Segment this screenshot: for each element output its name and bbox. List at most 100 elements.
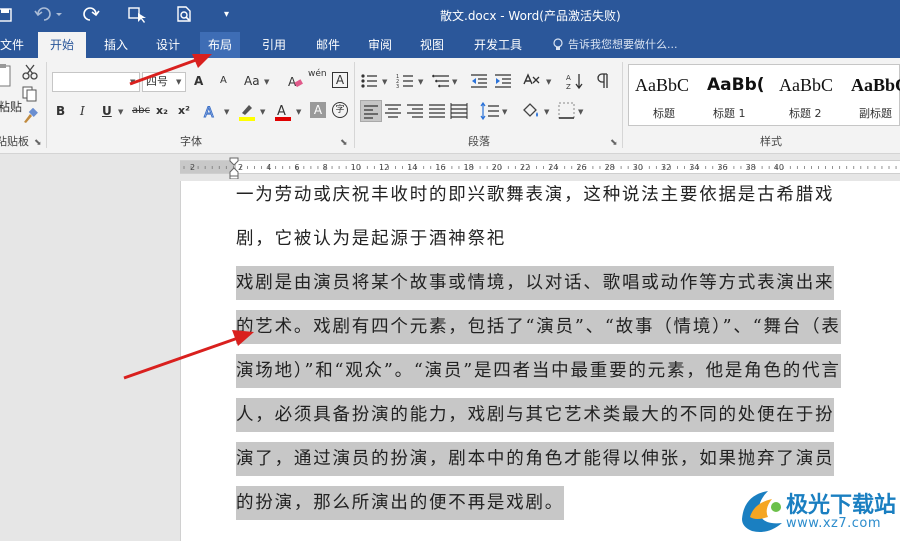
align-center-icon[interactable] bbox=[384, 102, 402, 124]
style-title-preview[interactable]: AaBbC bbox=[635, 75, 689, 96]
touch-mode-icon[interactable] bbox=[128, 4, 148, 30]
style-heading2-preview[interactable]: AaBbC bbox=[779, 75, 833, 96]
bold-button[interactable]: B bbox=[56, 102, 65, 122]
font-color-dropdown-icon[interactable]: ▼ bbox=[296, 108, 301, 116]
line-spacing-icon[interactable] bbox=[480, 101, 500, 124]
character-shading-icon[interactable]: A bbox=[310, 102, 326, 118]
document-line[interactable]: 演场地）”和“观众”。“演员”是四者当中最重要的元素，他是角色的代言 bbox=[236, 354, 841, 388]
shrink-font-icon[interactable]: A bbox=[220, 72, 227, 92]
paste-label[interactable]: 粘贴 bbox=[0, 98, 22, 118]
print-preview-icon[interactable] bbox=[176, 4, 194, 30]
cut-icon[interactable] bbox=[22, 64, 38, 84]
document-line[interactable]: 戏剧是由演员将某个故事或情境，以对话、歌唱或动作等方式表演出来 bbox=[236, 266, 835, 300]
style-heading1-name[interactable]: 标题 1 bbox=[713, 105, 746, 121]
shading-icon[interactable] bbox=[520, 102, 540, 124]
subscript-button[interactable]: x₂ bbox=[156, 102, 168, 122]
tell-me-search[interactable]: 告诉我您想要做什么... bbox=[568, 32, 678, 58]
align-left-button[interactable] bbox=[360, 100, 382, 122]
borders-dropdown-icon[interactable]: ▼ bbox=[578, 108, 583, 116]
style-subtitle-preview[interactable]: AaBbC bbox=[851, 75, 900, 96]
ruler-number: 20 bbox=[491, 163, 502, 172]
indent-marker-icon[interactable] bbox=[229, 157, 239, 180]
highlight-dropdown-icon[interactable]: ▼ bbox=[260, 108, 265, 116]
document-line[interactable]: 剧，它被认为是起源于酒神祭祀 bbox=[236, 222, 506, 256]
tab-review[interactable]: 审阅 bbox=[366, 32, 394, 58]
character-border-icon[interactable]: A bbox=[332, 72, 348, 88]
document-line[interactable]: 人，必须具备扮演的能力，戏剧与其它艺术类最大的不同的处便在于扮 bbox=[236, 398, 835, 432]
line-spacing-dropdown-icon[interactable]: ▼ bbox=[502, 108, 507, 116]
text-effects-dropdown-icon[interactable]: ▼ bbox=[224, 108, 229, 116]
ruler-number: 16 bbox=[435, 163, 446, 172]
style-title-name[interactable]: 标题 bbox=[653, 105, 675, 121]
undo-icon[interactable] bbox=[34, 4, 62, 30]
increase-indent-icon[interactable] bbox=[494, 72, 512, 94]
decrease-indent-icon[interactable] bbox=[470, 72, 488, 94]
italic-button[interactable]: I bbox=[80, 102, 85, 122]
font-name-dropdown-icon[interactable]: ▼ bbox=[130, 78, 135, 86]
document-line[interactable]: 演了，通过演员的扮演，剧本中的角色才能得以伸张，如果抛弃了演员 bbox=[236, 442, 835, 476]
style-heading2-name[interactable]: 标题 2 bbox=[789, 105, 822, 121]
change-case-icon[interactable]: Aa bbox=[244, 72, 260, 92]
font-size-dropdown-icon[interactable]: ▼ bbox=[176, 78, 181, 86]
multilevel-list-icon[interactable] bbox=[432, 72, 450, 94]
font-launcher-icon[interactable]: ⬊ bbox=[340, 138, 348, 148]
copy-icon[interactable] bbox=[22, 86, 38, 106]
chinese-layout-dropdown-icon[interactable]: ▼ bbox=[546, 78, 551, 86]
bullets-icon[interactable] bbox=[360, 72, 378, 94]
change-case-dropdown-icon[interactable]: ▼ bbox=[264, 78, 269, 86]
document-line[interactable]: 的扮演，那么所演出的便不再是戏剧。 bbox=[236, 486, 565, 520]
text-effects-icon[interactable]: A bbox=[202, 102, 220, 124]
numbering-dropdown-icon[interactable]: ▼ bbox=[418, 78, 423, 86]
underline-dropdown-icon[interactable]: ▼ bbox=[118, 108, 123, 116]
customize-quick-access-icon[interactable]: ▾ bbox=[224, 4, 229, 26]
horizontal-ruler[interactable]: 2 2 4 6 8 10 12 14 16 18 20 22 24 26 28 30 32 34 36 38 40 bbox=[180, 160, 900, 174]
ruler-number: 2 bbox=[190, 163, 196, 172]
ruler-number: 28 bbox=[604, 163, 615, 172]
ruler-number: 24 bbox=[548, 163, 559, 172]
font-color-icon[interactable]: A bbox=[274, 102, 292, 126]
document-line[interactable]: 的艺术。戏剧有四个元素，包括了“演员”、“故事（情境）”、“舞台（表 bbox=[236, 310, 841, 344]
bullets-dropdown-icon[interactable]: ▼ bbox=[382, 78, 387, 86]
underline-button[interactable]: U bbox=[102, 102, 112, 122]
ruler-number: 6 bbox=[294, 163, 300, 172]
tab-home[interactable]: 开始 bbox=[38, 32, 87, 58]
paragraph-launcher-icon[interactable]: ⬊ bbox=[610, 138, 618, 148]
clipboard-launcher-icon[interactable]: ⬊ bbox=[34, 138, 42, 148]
distributed-icon[interactable] bbox=[450, 102, 468, 124]
phonetic-guide-icon[interactable]: wén bbox=[308, 70, 327, 90]
borders-icon[interactable] bbox=[558, 102, 576, 124]
shading-dropdown-icon[interactable]: ▼ bbox=[544, 108, 549, 116]
numbering-icon[interactable]: 123 bbox=[396, 72, 414, 94]
tab-view[interactable]: 视图 bbox=[418, 32, 446, 58]
style-subtitle-name[interactable]: 副标题 bbox=[859, 105, 892, 121]
redo-icon[interactable] bbox=[82, 4, 100, 30]
tab-developer[interactable]: 开发工具 bbox=[472, 32, 524, 58]
show-formatting-marks-icon[interactable] bbox=[596, 72, 610, 94]
justify-icon[interactable] bbox=[428, 102, 446, 124]
tab-layout[interactable]: 布局 bbox=[200, 32, 241, 58]
ruler-number: 10 bbox=[350, 163, 361, 172]
superscript-button[interactable]: x² bbox=[178, 102, 190, 122]
tab-file[interactable]: 文件 bbox=[0, 32, 26, 58]
tab-design[interactable]: 设计 bbox=[154, 32, 182, 58]
paragraph-group-label: 段落 bbox=[468, 135, 490, 148]
document-line[interactable]: 一为劳动或庆祝丰收时的即兴歌舞表演，这种说法主要依据是古希腊戏 bbox=[236, 178, 834, 212]
enclose-character-icon[interactable]: 字 bbox=[332, 102, 348, 118]
grow-font-icon[interactable]: A bbox=[194, 72, 203, 92]
font-name-combo[interactable] bbox=[52, 72, 140, 92]
style-heading1-preview[interactable]: AaBb( bbox=[707, 75, 765, 95]
highlight-color-icon[interactable] bbox=[238, 102, 256, 126]
strikethrough-button[interactable]: abc bbox=[132, 102, 150, 122]
clear-formatting-icon[interactable]: A bbox=[286, 72, 304, 94]
save-icon[interactable] bbox=[0, 4, 12, 30]
align-right-icon[interactable] bbox=[406, 102, 424, 124]
tab-mailings[interactable]: 邮件 bbox=[314, 32, 342, 58]
multilevel-dropdown-icon[interactable]: ▼ bbox=[452, 78, 457, 86]
tab-insert[interactable]: 插入 bbox=[102, 32, 130, 58]
tab-references[interactable]: 引用 bbox=[260, 32, 288, 58]
ruler-number: 40 bbox=[773, 163, 784, 172]
chinese-layout-icon[interactable] bbox=[522, 72, 544, 94]
format-painter-icon[interactable] bbox=[22, 107, 38, 128]
paste-icon[interactable] bbox=[0, 64, 16, 98]
sort-icon[interactable]: AZ bbox=[566, 72, 584, 94]
